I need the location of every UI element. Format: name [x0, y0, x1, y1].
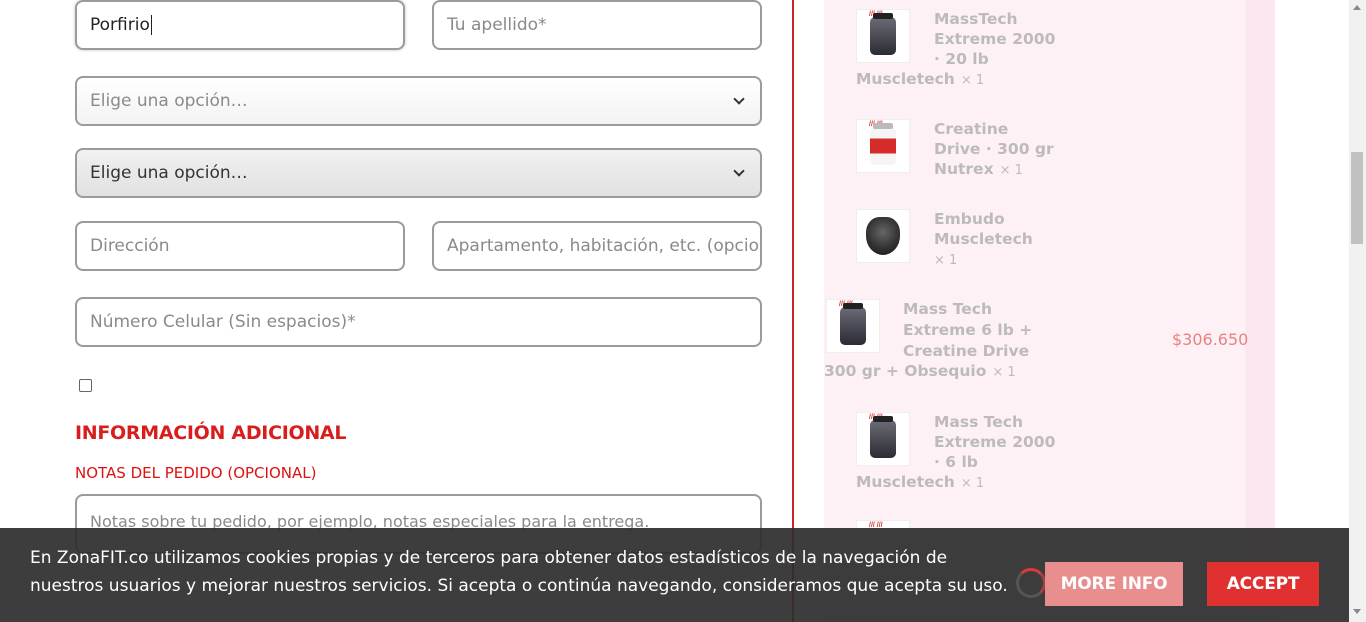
supplement-jar-icon: /// ///: [856, 9, 910, 63]
address-placeholder: Dirección: [90, 236, 170, 256]
list-item-brand: Muscletech × 1: [856, 70, 985, 88]
department-select-value: Elige una opción…: [90, 91, 248, 111]
more-info-button[interactable]: MORE INFO: [1045, 562, 1183, 606]
page-scrollbar[interactable]: [1349, 0, 1366, 622]
list-item: Mass Tech Extreme 2000 · 6 lb: [934, 413, 1056, 471]
scroll-down-arrow-icon[interactable]: [1353, 609, 1361, 614]
phone-input[interactable]: Número Celular (Sin espacios)*: [75, 297, 762, 347]
list-item-brand: Muscletech × 1: [856, 473, 985, 491]
line-item-price: $306.650: [1172, 330, 1249, 349]
additional-info-heading: INFORMACIÓN ADICIONAL: [75, 422, 347, 444]
list-item: Embudo Muscletech × 1: [934, 210, 1033, 268]
apartment-placeholder: Apartamento, habitación, etc. (opcional): [447, 236, 762, 256]
funnel-icon: [856, 209, 910, 263]
scroll-up-arrow-icon[interactable]: [1353, 5, 1361, 10]
apartment-input[interactable]: Apartamento, habitación, etc. (opcional): [432, 221, 762, 271]
text-cursor: [150, 15, 152, 35]
list-item: Creatine Drive · 300 gr Nutrex × 1: [934, 120, 1054, 178]
list-item: Mass Tech Extreme 6 lb + Creatine Drive: [903, 300, 1033, 360]
address-input[interactable]: Dirección: [75, 221, 405, 271]
supplement-jar-icon: /// ///: [856, 412, 910, 466]
city-select-value: Elige una opción…: [90, 163, 248, 183]
last-name-input[interactable]: Tu apellido*: [432, 0, 762, 50]
chevron-down-icon: [733, 93, 745, 105]
cookie-banner: En ZonaFIT.co utilizamos cookies propias…: [0, 528, 1349, 622]
creatine-jar-icon: /// ///: [856, 119, 910, 173]
phone-placeholder: Número Celular (Sin espacios)*: [90, 312, 356, 332]
chevron-down-icon: [733, 165, 745, 177]
city-select[interactable]: Elige una opción…: [75, 148, 762, 198]
department-select[interactable]: Elige una opción…: [75, 76, 762, 126]
ship-different-address-checkbox[interactable]: [79, 379, 92, 392]
cookie-banner-text: En ZonaFIT.co utilizamos cookies propias…: [30, 548, 1008, 596]
list-item-detail: 300 gr + Obsequio × 1: [824, 362, 1016, 380]
first-name-input[interactable]: Porfirio: [75, 0, 405, 50]
order-notes-label: NOTAS DEL PEDIDO (OPCIONAL): [75, 464, 317, 482]
accept-button[interactable]: ACCEPT: [1207, 562, 1319, 606]
scrollbar-thumb[interactable]: [1351, 152, 1363, 244]
combo-pack-icon: /// ///: [826, 299, 880, 353]
last-name-placeholder: Tu apellido*: [447, 15, 547, 35]
list-item: MassTech Extreme 2000 · 20 lb: [934, 10, 1056, 68]
loading-spinner-icon: [1016, 568, 1046, 598]
first-name-value: Porfirio: [90, 15, 150, 35]
